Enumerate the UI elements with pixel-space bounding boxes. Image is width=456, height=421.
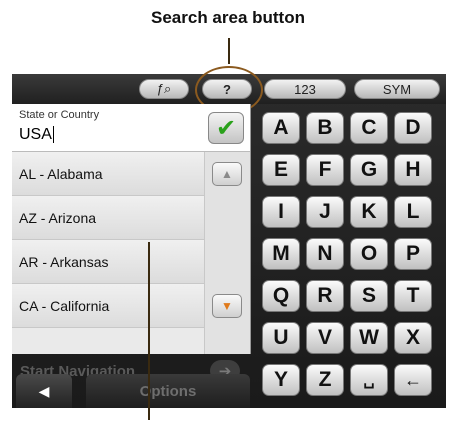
list-item[interactable]: CA - California xyxy=(12,284,204,328)
key-f[interactable]: F xyxy=(306,154,344,186)
symbols-button[interactable]: SYM xyxy=(354,79,440,99)
symbols-label: SYM xyxy=(382,81,412,97)
scroll-column: ▲ ▼ xyxy=(204,152,250,354)
navigation-screen: ƒ⌕ ? 123 SYM State or Country USA ✔ AL -… xyxy=(12,66,446,408)
key-b[interactable]: B xyxy=(306,112,344,144)
key-d[interactable]: D xyxy=(394,112,432,144)
key-z[interactable]: Z xyxy=(306,364,344,396)
key-x[interactable]: X xyxy=(394,322,432,354)
backspace-key[interactable]: ← xyxy=(394,364,432,396)
results-list: AL - Alabama AZ - Arizona AR - Arkansas … xyxy=(12,152,204,354)
help-icon: ? xyxy=(223,81,231,97)
search-panel: State or Country USA ✔ AL - Alabama AZ -… xyxy=(12,104,251,354)
key-i[interactable]: I xyxy=(262,196,300,228)
key-n[interactable]: N xyxy=(306,238,344,270)
key-k[interactable]: K xyxy=(350,196,388,228)
key-p[interactable]: P xyxy=(394,238,432,270)
chevron-down-icon: ▼ xyxy=(221,299,233,313)
key-g[interactable]: G xyxy=(350,154,388,186)
key-o[interactable]: O xyxy=(350,238,388,270)
back-button[interactable]: ◀ xyxy=(16,374,72,408)
key-w[interactable]: W xyxy=(350,322,388,354)
list-item[interactable]: AL - Alabama xyxy=(12,152,204,196)
field-label: State or Country xyxy=(19,109,100,121)
scroll-up-button[interactable]: ▲ xyxy=(212,162,242,186)
checkmark-icon: ✔ xyxy=(215,114,237,142)
space-key[interactable]: ␣ xyxy=(350,364,388,396)
scroll-down-button[interactable]: ▼ xyxy=(212,294,242,318)
numbers-label: 123 xyxy=(294,81,316,97)
key-y[interactable]: Y xyxy=(262,364,300,396)
key-e[interactable]: E xyxy=(262,154,300,186)
options-button[interactable]: Options xyxy=(86,374,250,408)
key-t[interactable]: T xyxy=(394,280,432,312)
key-r[interactable]: R xyxy=(306,280,344,312)
list-item[interactable]: AR - Arkansas xyxy=(12,240,204,284)
callout-leader-top xyxy=(228,38,230,64)
field-value[interactable]: USA xyxy=(19,126,54,144)
list-item[interactable]: AZ - Arizona xyxy=(12,196,204,240)
confirm-button[interactable]: ✔ xyxy=(208,112,244,144)
key-m[interactable]: M xyxy=(262,238,300,270)
chevron-up-icon: ▲ xyxy=(221,167,233,181)
key-q[interactable]: Q xyxy=(262,280,300,312)
help-button[interactable]: ? xyxy=(202,79,252,99)
key-j[interactable]: J xyxy=(306,196,344,228)
key-h[interactable]: H xyxy=(394,154,432,186)
back-icon: ◀ xyxy=(38,382,50,399)
key-s[interactable]: S xyxy=(350,280,388,312)
state-country-field[interactable]: State or Country USA ✔ xyxy=(12,104,250,152)
key-v[interactable]: V xyxy=(306,322,344,354)
key-l[interactable]: L xyxy=(394,196,432,228)
numbers-button[interactable]: 123 xyxy=(264,79,346,99)
key-c[interactable]: C xyxy=(350,112,388,144)
callout-label: Search area button xyxy=(151,8,305,27)
search-area-button[interactable]: ƒ⌕ xyxy=(139,79,189,99)
top-toolbar: ƒ⌕ ? 123 SYM xyxy=(12,74,446,104)
search-icon: ƒ⌕ xyxy=(156,81,172,96)
key-a[interactable]: A xyxy=(262,112,300,144)
callout-leader-bottom xyxy=(148,242,150,420)
key-u[interactable]: U xyxy=(262,322,300,354)
